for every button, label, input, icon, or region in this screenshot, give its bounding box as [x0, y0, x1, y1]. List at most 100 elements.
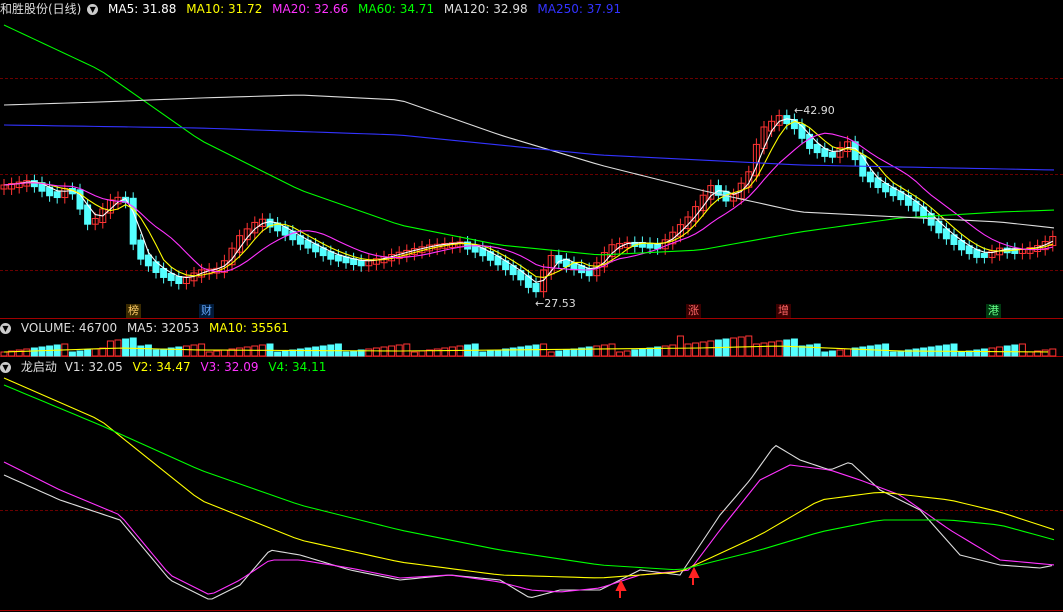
volume-bar	[669, 344, 677, 357]
volume-bar	[844, 348, 852, 357]
volume-bar	[752, 343, 760, 357]
volume-bar	[312, 346, 320, 357]
buy-signal-arrow	[688, 566, 700, 585]
volume-bar	[958, 351, 966, 357]
volume-bar	[274, 351, 282, 357]
volume-bar	[152, 349, 160, 357]
v2-line	[3, 377, 1055, 579]
volume-bar	[190, 344, 198, 357]
volume-bar	[144, 344, 152, 357]
volume-bar	[30, 347, 38, 357]
volume-bar	[410, 351, 418, 357]
volume-bar	[486, 350, 494, 357]
v4-line	[3, 384, 1055, 571]
buy-signal-arrow	[615, 579, 627, 598]
volume-bar	[380, 346, 388, 357]
candle-body	[175, 275, 183, 285]
volume-bar	[790, 338, 798, 357]
volume-bar	[828, 350, 836, 357]
volume-bar	[334, 343, 342, 357]
volume-bar	[692, 342, 700, 357]
volume-bar	[532, 344, 540, 357]
volume-bar	[350, 350, 358, 357]
volume-bar	[570, 348, 578, 357]
volume-bar	[1011, 344, 1019, 357]
volume-bar	[684, 343, 692, 357]
candle-body	[813, 143, 821, 154]
volume-bar	[836, 349, 844, 357]
volume-bar	[494, 349, 502, 357]
volume-bar	[137, 345, 145, 357]
ma10-line	[3, 121, 1053, 279]
candle-body	[532, 282, 540, 293]
volume-bar	[813, 343, 821, 357]
candle-body	[144, 254, 152, 267]
volume-bar	[1049, 348, 1057, 357]
volume-bar	[866, 345, 874, 357]
candle-body	[167, 272, 175, 281]
v3-line	[3, 461, 1055, 595]
volume-bar	[950, 343, 958, 357]
ma250-line	[3, 124, 1055, 171]
volume-bar	[441, 347, 449, 357]
volume-bar	[129, 337, 137, 357]
volume-bar	[372, 347, 380, 357]
volume-bar	[281, 350, 289, 357]
volume-bar	[76, 350, 84, 357]
volume-bar	[509, 347, 517, 357]
volume-bar	[745, 335, 753, 357]
volume-bar	[342, 351, 350, 357]
volume-bar	[897, 350, 905, 357]
volume-bar	[251, 345, 259, 357]
volume-bar	[980, 348, 988, 357]
stock-chart[interactable]	[0, 0, 1063, 612]
volume-bar	[84, 349, 92, 357]
volume-bar	[593, 345, 601, 357]
volume-bar	[623, 350, 631, 357]
volume-bar	[160, 348, 168, 357]
volume-bar	[68, 351, 76, 357]
volume-bar	[821, 351, 829, 357]
volume-bar	[479, 351, 487, 357]
volume-bar	[547, 351, 555, 357]
volume-bar	[448, 346, 456, 357]
volume-bar	[783, 339, 791, 357]
candle-body	[334, 254, 342, 262]
volume-bar	[1026, 351, 1034, 357]
volume-bar	[433, 348, 441, 357]
volume-bar	[661, 345, 669, 357]
volume-bar	[182, 345, 190, 357]
volume-bar	[585, 346, 593, 357]
volume-bar	[243, 346, 251, 357]
volume-bar	[555, 350, 563, 357]
candle-body	[53, 191, 61, 199]
ma60-line	[3, 24, 1055, 256]
candle-body	[137, 239, 145, 260]
volume-bar	[638, 348, 646, 357]
candle-body	[866, 171, 874, 183]
volume-bar	[91, 348, 99, 357]
volume-bar	[1041, 349, 1049, 357]
candle-body	[790, 119, 798, 130]
candle-body	[828, 151, 836, 158]
volume-bar	[920, 347, 928, 357]
volume-bar	[973, 349, 981, 357]
ma120-line	[3, 94, 1055, 229]
volume-bar	[220, 349, 228, 357]
volume-bar	[562, 349, 570, 357]
volume-bar	[213, 350, 221, 357]
volume-bar	[775, 340, 783, 357]
volume-bar	[631, 349, 639, 357]
volume-bar	[676, 335, 684, 357]
volume-bar	[912, 348, 920, 357]
volume-bar	[707, 340, 715, 357]
volume-bar	[942, 344, 950, 357]
ma20-line	[3, 132, 1053, 273]
volume-bar	[122, 338, 130, 357]
volume-bar	[304, 347, 312, 357]
volume-bar	[699, 341, 707, 357]
volume-bar	[0, 351, 8, 357]
volume-bar	[889, 351, 897, 357]
volume-bar	[616, 351, 624, 357]
volume-bar	[23, 348, 31, 357]
